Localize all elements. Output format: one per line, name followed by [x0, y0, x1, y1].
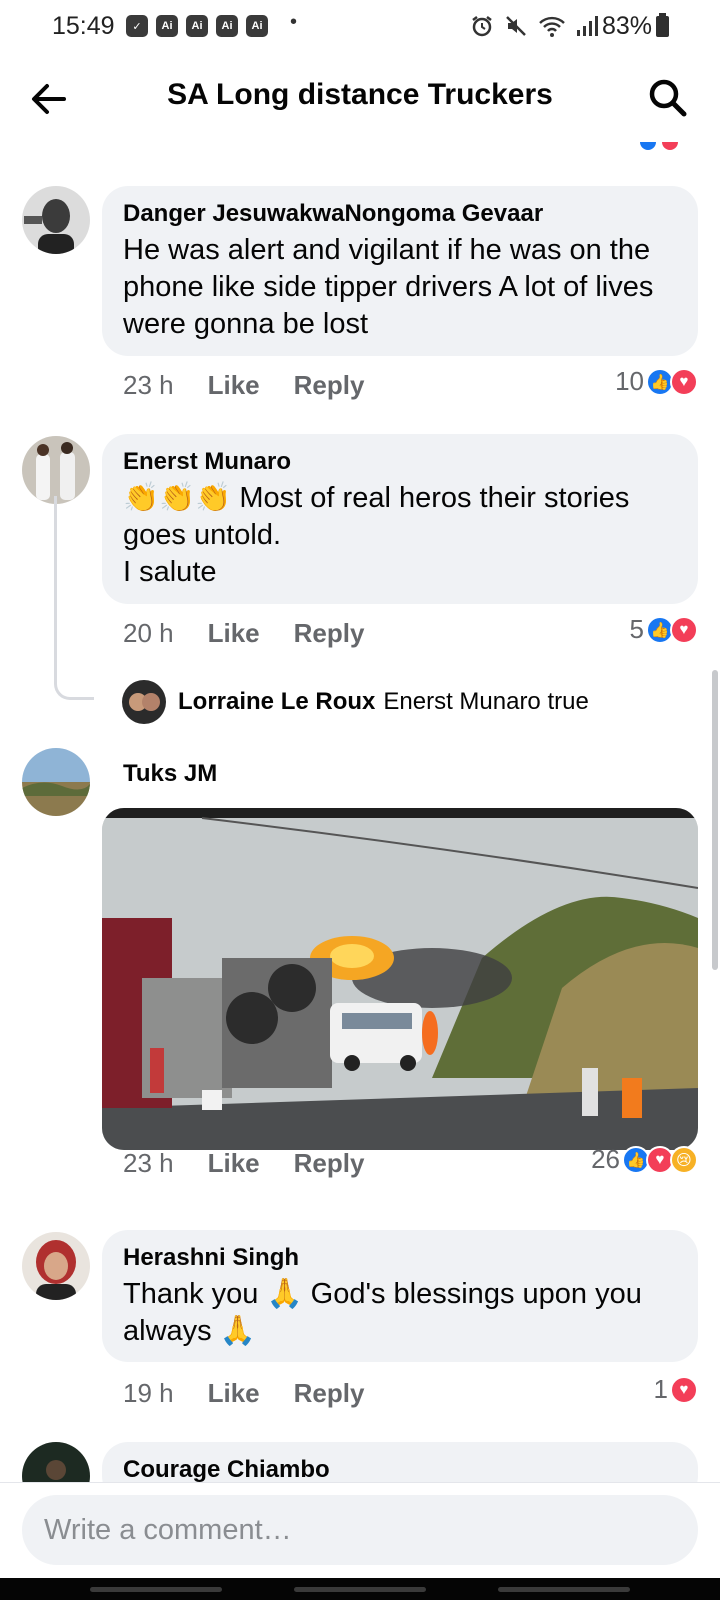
reaction-summary[interactable]: 26 👍 ♥ 😢	[591, 1144, 698, 1175]
search-icon[interactable]	[646, 76, 690, 120]
avatar[interactable]	[122, 680, 166, 724]
notification-dot-icon: •	[290, 11, 298, 33]
comment-author[interactable]: Enerst Munaro	[123, 448, 678, 476]
like-button[interactable]: Like	[208, 1378, 260, 1409]
reaction-summary[interactable]: 10 👍 ♥	[615, 366, 698, 397]
reply-text: Enerst Munaro true	[383, 688, 589, 715]
comment-text: He was alert and vigilant if he was on t…	[123, 234, 654, 340]
heart-icon: ♥	[670, 615, 698, 644]
previous-comment-fragment	[0, 142, 720, 154]
sad-face-icon: 😢	[670, 1145, 698, 1174]
comment-photo[interactable]	[102, 808, 698, 1150]
comment-author[interactable]: Herashni Singh	[123, 1244, 678, 1272]
ai-app-icon: Ai	[216, 15, 238, 37]
like-button[interactable]: Like	[208, 1148, 260, 1179]
reply-preview[interactable]: Lorraine Le Roux Enerst Munaro true	[122, 680, 589, 724]
heart-icon: ♥	[670, 367, 698, 396]
avatar[interactable]	[22, 1442, 90, 1482]
comment-bubble[interactable]: Courage Chiambo	[102, 1442, 698, 1482]
avatar[interactable]	[22, 186, 90, 254]
status-time: 15:49	[52, 12, 115, 40]
app-header: SA Long distance Truckers	[0, 56, 720, 142]
comment-actions: 23 h Like Reply	[123, 370, 364, 401]
reaction-count: 1	[653, 1374, 668, 1404]
comment-time[interactable]: 19 h	[123, 1378, 174, 1409]
status-bar: 15:49 ✓ Ai Ai Ai Ai • 83%	[0, 0, 720, 56]
reaction-count: 5	[629, 614, 644, 644]
reaction-summary[interactable]: 1 ♥	[654, 1374, 698, 1405]
comment-time[interactable]: 23 h	[123, 1148, 174, 1179]
nav-home[interactable]	[294, 1587, 426, 1592]
system-nav-bar	[0, 1578, 720, 1600]
comment-text: Thank you 🙏 God's blessings upon you alw…	[123, 1278, 642, 1347]
signal-icon	[577, 16, 598, 36]
alarm-icon	[472, 16, 492, 37]
comment-bubble[interactable]: Herashni Singh Thank you 🙏 God's blessin…	[102, 1230, 698, 1362]
ai-app-icon: Ai	[186, 15, 208, 37]
wifi-icon	[539, 16, 565, 37]
comment-input[interactable]	[22, 1495, 698, 1565]
comment-author[interactable]: Danger JesuwakwaNongoma Gevaar	[123, 200, 678, 228]
battery-icon	[656, 13, 669, 37]
clapping-emoji: 👏👏👏	[123, 482, 232, 514]
comment-author[interactable]: Courage Chiambo	[123, 1456, 678, 1482]
nav-recents[interactable]	[90, 1587, 222, 1592]
comment-actions: 19 h Like Reply	[123, 1378, 364, 1409]
like-button[interactable]: Like	[208, 370, 260, 401]
comment-composer	[0, 1482, 720, 1578]
comment-actions: 20 h Like Reply	[123, 618, 364, 649]
avatar[interactable]	[22, 748, 90, 816]
page-title: SA Long distance Truckers	[167, 78, 553, 111]
reply-button[interactable]: Reply	[294, 1378, 365, 1409]
comment-author[interactable]: Tuks JM	[123, 760, 217, 788]
reply-button[interactable]: Reply	[294, 1148, 365, 1179]
comment-text: 👏👏👏 Most of real heros their stories goe…	[123, 482, 630, 588]
comment-bubble[interactable]: Danger JesuwakwaNongoma Gevaar He was al…	[102, 186, 698, 356]
ai-app-icon: Ai	[246, 15, 268, 37]
reply-button[interactable]: Reply	[294, 370, 365, 401]
nav-back[interactable]	[498, 1587, 630, 1592]
reply-button[interactable]: Reply	[294, 618, 365, 649]
ai-app-icon: Ai	[156, 15, 178, 37]
comment-time[interactable]: 20 h	[123, 618, 174, 649]
reaction-count: 10	[615, 366, 644, 396]
battery-percent: 83%	[602, 12, 653, 40]
like-button[interactable]: Like	[208, 618, 260, 649]
reply-thread-line	[54, 496, 94, 700]
reaction-summary[interactable]: 5 👍 ♥	[630, 614, 698, 645]
reaction-count: 26	[591, 1144, 620, 1174]
avatar[interactable]	[22, 1232, 90, 1300]
comment-bubble[interactable]: Enerst Munaro 👏👏👏 Most of real heros the…	[102, 434, 698, 604]
reply-author[interactable]: Lorraine Le Roux	[178, 688, 375, 716]
shield-app-icon: ✓	[126, 15, 148, 37]
avatar[interactable]	[22, 436, 90, 504]
comment-time[interactable]: 23 h	[123, 370, 174, 401]
comment-item: Courage Chiambo	[0, 1442, 720, 1482]
mute-icon	[506, 16, 526, 36]
comment-actions: 23 h Like Reply	[123, 1148, 364, 1179]
heart-icon: ♥	[670, 1375, 698, 1404]
scrollbar[interactable]	[712, 670, 718, 970]
